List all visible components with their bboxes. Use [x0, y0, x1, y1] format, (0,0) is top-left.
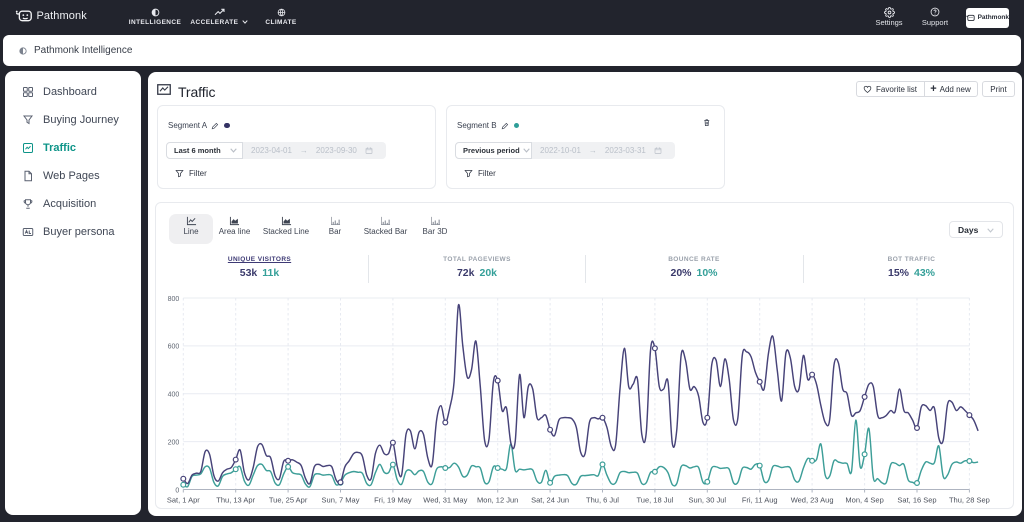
- svg-text:Thu, 6 Jul: Thu, 6 Jul: [586, 496, 619, 505]
- svg-text:Sun, 30 Jul: Sun, 30 Jul: [689, 496, 727, 505]
- svg-text:600: 600: [168, 344, 180, 351]
- svg-text:Mon, 12 Jun: Mon, 12 Jun: [477, 496, 518, 505]
- svg-text:Sun, 7 May: Sun, 7 May: [322, 496, 360, 505]
- svg-text:Sat, 24 Jun: Sat, 24 Jun: [531, 496, 569, 505]
- svg-text:400: 400: [168, 392, 180, 399]
- svg-text:0: 0: [175, 487, 179, 494]
- svg-text:200: 200: [168, 439, 180, 446]
- svg-text:Sat, 16 Sep: Sat, 16 Sep: [897, 496, 936, 505]
- svg-text:Wed, 31 May: Wed, 31 May: [423, 496, 467, 505]
- svg-text:Thu, 28 Sep: Thu, 28 Sep: [949, 496, 990, 505]
- svg-text:Fri, 19 May: Fri, 19 May: [374, 496, 412, 505]
- svg-text:Mon, 4 Sep: Mon, 4 Sep: [845, 496, 883, 505]
- svg-text:Tue, 18 Jul: Tue, 18 Jul: [636, 496, 673, 505]
- svg-text:Sat, 1 Apr: Sat, 1 Apr: [167, 496, 200, 505]
- svg-text:Fri, 11 Aug: Fri, 11 Aug: [742, 496, 778, 505]
- svg-text:Thu, 13 Apr: Thu, 13 Apr: [216, 496, 255, 505]
- svg-text:Wed, 23 Aug: Wed, 23 Aug: [791, 496, 834, 505]
- svg-text:Tue, 25 Apr: Tue, 25 Apr: [269, 496, 308, 505]
- svg-text:800: 800: [168, 296, 180, 303]
